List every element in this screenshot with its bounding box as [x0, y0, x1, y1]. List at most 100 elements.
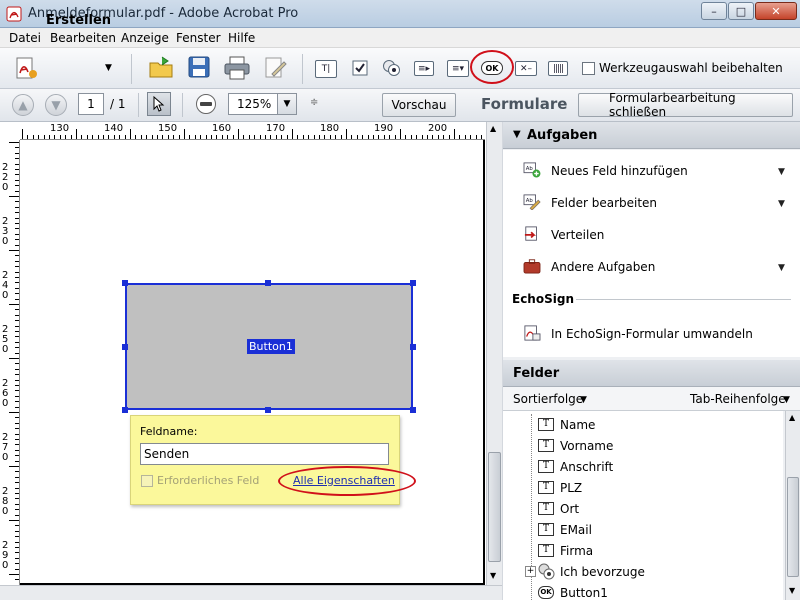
zoom-out-icon[interactable]	[196, 94, 216, 114]
ruler-tick	[15, 164, 19, 165]
minimize-button[interactable]: –	[701, 2, 727, 20]
document-horizontal-scrollbar[interactable]	[0, 585, 502, 600]
previous-page-icon[interactable]: ▲	[12, 94, 34, 116]
scroll-thumb[interactable]	[488, 452, 501, 562]
task-add-new-field[interactable]: Neues Feld hinzufügen	[551, 164, 688, 178]
next-page-icon[interactable]: ▼	[45, 94, 67, 116]
menu-datei[interactable]: Datei	[9, 31, 41, 45]
create-button-label[interactable]: Erstellen	[46, 13, 111, 28]
task-menu-arrow-icon[interactable]: ▼	[778, 167, 785, 177]
task-menu-arrow-icon[interactable]: ▼	[778, 199, 785, 209]
page-number-input[interactable]: 1	[78, 93, 104, 115]
section-divider	[576, 299, 791, 300]
resize-handle[interactable]	[122, 407, 128, 413]
select-tool-button[interactable]	[147, 92, 171, 116]
zoom-level-input[interactable]: 125%	[228, 93, 278, 115]
ruler-tick	[346, 129, 347, 139]
text-field-icon: T	[538, 502, 554, 515]
resize-handle[interactable]	[265, 280, 271, 286]
document-vertical-scrollbar[interactable]: ▲ ▼	[486, 122, 502, 585]
list-box-tool-icon[interactable]: ≡▸	[414, 61, 434, 76]
digital-signature-tool-icon[interactable]: ✕–	[515, 61, 537, 76]
acrobat-icon	[6, 6, 22, 22]
fields-scrollbar[interactable]: ▲ ▼	[785, 411, 800, 600]
task-distribute[interactable]: Verteilen	[551, 228, 604, 242]
expand-toggle-icon[interactable]: +	[525, 566, 536, 577]
ruler-tick	[405, 135, 406, 139]
create-dropdown-icon[interactable]: ▼	[105, 63, 112, 73]
sort-dropdown-icon[interactable]: ▼	[580, 395, 587, 405]
ruler-tick	[254, 135, 255, 139]
ruler-tick	[9, 196, 19, 197]
ruler-tick	[9, 574, 19, 575]
create-pdf-icon[interactable]	[13, 56, 39, 82]
ruler-tick	[15, 218, 19, 219]
menu-bearbeiten[interactable]: Bearbeiten	[50, 31, 116, 45]
ruler-tick	[179, 135, 180, 139]
task-menu-arrow-icon[interactable]: ▼	[778, 263, 785, 273]
required-field-checkbox[interactable]	[141, 475, 153, 487]
resize-handle[interactable]	[122, 280, 128, 286]
ruler-label: 150	[158, 123, 178, 134]
ruler-tick	[400, 129, 401, 139]
ruler-tick	[303, 135, 304, 139]
ruler-tick	[443, 135, 444, 139]
scroll-thumb[interactable]	[787, 477, 799, 577]
radio-button-tool-icon[interactable]	[382, 59, 402, 77]
menu-anzeige[interactable]: Anzeige	[121, 31, 169, 45]
scroll-down-icon[interactable]: ▼	[490, 571, 496, 580]
ruler-tick	[15, 434, 19, 435]
sort-order-dropdown[interactable]: Sortierfolge	[513, 392, 583, 406]
menu-hilfe[interactable]: Hilfe	[228, 31, 255, 45]
ruler-label: 140	[104, 123, 124, 134]
toolbar-options-icon[interactable]: ≑	[310, 97, 318, 108]
scroll-up-icon[interactable]: ▲	[789, 413, 795, 422]
keep-tool-checkbox[interactable]	[582, 62, 595, 75]
field-name-input[interactable]: Senden	[140, 443, 389, 465]
ruler-tick	[470, 135, 471, 139]
resize-handle[interactable]	[410, 344, 416, 350]
button-field-name: Button1	[247, 339, 295, 354]
keep-tool-label: Werkzeugauswahl beibehalten	[599, 61, 783, 75]
tab-order-dropdown-icon[interactable]: ▼	[783, 395, 790, 405]
ruler-tick	[357, 135, 358, 139]
button-field-icon: OK	[538, 586, 554, 599]
tasks-panel-header[interactable]: ▼ Aufgaben	[503, 122, 800, 149]
edit-document-icon[interactable]	[264, 56, 288, 80]
save-icon[interactable]	[188, 56, 210, 78]
text-field-tool-icon[interactable]: T|	[315, 60, 337, 78]
checkbox-tool-icon[interactable]	[352, 60, 368, 76]
fields-panel-header[interactable]: Felder	[503, 360, 800, 387]
menu-fenster[interactable]: Fenster	[176, 31, 221, 45]
tab-order-dropdown[interactable]: Tab-Reihenfolge	[690, 392, 786, 406]
task-other-tasks[interactable]: Andere Aufgaben	[551, 260, 655, 274]
preview-button[interactable]: Vorschau	[382, 93, 456, 117]
resize-handle[interactable]	[410, 407, 416, 413]
ruler-tick	[173, 135, 174, 139]
close-window-button[interactable]: ✕	[755, 2, 797, 20]
scroll-down-icon[interactable]: ▼	[789, 586, 795, 595]
resize-handle[interactable]	[265, 407, 271, 413]
ruler-tick	[15, 293, 19, 294]
ruler-label: 200	[428, 123, 448, 134]
text-field-icon: T	[538, 523, 554, 536]
task-convert-echosign[interactable]: In EchoSign-Formular umwandeln	[551, 327, 753, 341]
resize-handle[interactable]	[410, 280, 416, 286]
maximize-button[interactable]: □	[728, 2, 754, 20]
dropdown-tool-icon[interactable]: ≡▾	[447, 60, 469, 77]
ruler-tick	[15, 174, 19, 175]
scroll-up-icon[interactable]: ▲	[490, 124, 496, 133]
ruler-tick	[33, 135, 34, 139]
open-folder-icon[interactable]	[148, 55, 176, 81]
ruler-tick	[362, 135, 363, 139]
ruler-tick	[276, 135, 277, 139]
ruler-label: 0	[2, 236, 9, 247]
close-form-editing-button[interactable]: Formularbearbeitung schließen	[578, 91, 793, 119]
barcode-tool-icon[interactable]: |||||	[548, 61, 568, 76]
zoom-dropdown-icon[interactable]: ▼	[277, 93, 297, 115]
task-edit-fields[interactable]: Felder bearbeiten	[551, 196, 657, 210]
print-icon[interactable]	[224, 56, 250, 80]
ruler-tick	[15, 498, 19, 499]
resize-handle[interactable]	[122, 344, 128, 350]
ruler-tick	[449, 135, 450, 139]
